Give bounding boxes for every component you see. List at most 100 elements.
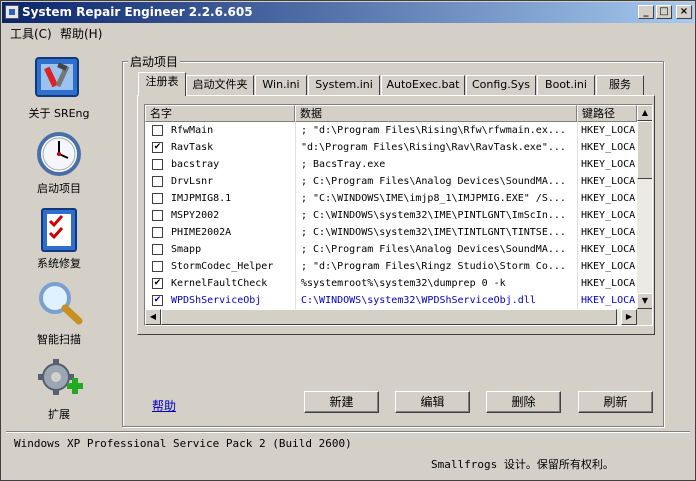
horizontal-scrollbar[interactable]: ◀ ▶ [145, 309, 637, 325]
maximize-button[interactable]: □ [656, 5, 672, 19]
list-item[interactable]: Smapp ; C:\Program Files\Analog Devices\S… [145, 241, 637, 258]
list-item[interactable]: MSPY2002 ; C:\WINDOWS\system32\IME\PINTLG… [145, 207, 637, 224]
row-checkbox[interactable] [152, 193, 163, 204]
tab-win-ini[interactable]: Win.ini [255, 75, 307, 95]
tab-system-ini[interactable]: System.ini [308, 75, 380, 95]
horizontal-scroll-thumb[interactable] [161, 309, 617, 325]
row-data: ; C:\WINDOWS\system32\IME\TINTLGNT\TINTS… [301, 227, 566, 238]
row-checkbox[interactable]: ✔ [152, 278, 163, 289]
vertical-scroll-thumb[interactable] [637, 121, 652, 179]
refresh-button[interactable]: 刷新 [578, 391, 653, 413]
os-version-text: Windows XP Professional Service Pack 2 (… [14, 437, 352, 450]
row-data: "d:\Program Files\Rising\Rav\RavTask.exe… [301, 142, 566, 153]
row-name: KernelFaultCheck [171, 278, 268, 289]
sidebar-item-repair[interactable]: 系统修复 [14, 255, 104, 271]
row-checkbox[interactable] [152, 176, 163, 187]
tab-services[interactable]: 服务 [596, 75, 644, 95]
list-item[interactable]: ✔ WPDShServiceObj C:\WINDOWS\system32\WPDS… [145, 292, 637, 309]
new-button[interactable]: 新建 [304, 391, 379, 413]
row-name: Smapp [171, 244, 202, 255]
app-icon [5, 5, 19, 19]
close-button[interactable]: × [676, 5, 692, 19]
row-name: MSPY2002 [171, 210, 220, 221]
window-title: System Repair Engineer 2.2.6.605 [22, 5, 253, 19]
row-name: WPDShServiceObj [171, 295, 262, 306]
list-item[interactable]: RfwMain ; "d:\Program Files\Rising\Rfw\rf… [145, 122, 637, 139]
tab-config-sys[interactable]: Config.Sys [466, 75, 536, 95]
row-data: %systemroot%\system32\dumprep 0 -k [301, 278, 506, 289]
row-key-path: HKEY_LOCA [581, 193, 636, 204]
checklist-icon[interactable] [39, 207, 89, 253]
vertical-scrollbar[interactable]: ▲ ▼ [637, 105, 652, 309]
row-data: ; C:\Program Files\Analog Devices\SoundM… [301, 176, 566, 187]
delete-button[interactable]: 删除 [486, 391, 561, 413]
row-checkbox[interactable] [152, 244, 163, 255]
row-data: ; C:\Program Files\Analog Devices\SoundM… [301, 244, 566, 255]
row-key-path: HKEY_LOCA [581, 227, 636, 238]
tab-startup-folder[interactable]: 启动文件夹 [186, 75, 254, 95]
help-link[interactable]: 帮助 [152, 397, 176, 414]
sidebar-item-extend[interactable]: 扩展 [14, 406, 104, 422]
scroll-down-button[interactable]: ▼ [637, 293, 652, 309]
scroll-up-button[interactable]: ▲ [637, 105, 652, 121]
edit-button[interactable]: 编辑 [395, 391, 470, 413]
tab-autoexec-bat[interactable]: AutoExec.bat [381, 75, 465, 95]
sidebar-item-about[interactable]: 关于 SREng [14, 105, 104, 121]
row-checkbox[interactable]: ✔ [152, 295, 163, 306]
row-checkbox[interactable] [152, 210, 163, 221]
row-key-path: HKEY_LOCA [581, 159, 636, 170]
row-checkbox[interactable] [152, 125, 163, 136]
row-data: C:\WINDOWS\system32\WPDShServiceObj.dll [301, 295, 536, 306]
gear-plus-icon[interactable] [36, 357, 86, 403]
row-key-path: HKEY_LOCA [581, 176, 636, 187]
column-key-path[interactable]: 键路径 [577, 105, 637, 122]
row-data: ; BacsTray.exe [301, 159, 386, 170]
title-bar[interactable]: System Repair Engineer 2.2.6.605 _ □ × [2, 2, 694, 23]
list-item[interactable]: IMJPMIG8.1 ; "C:\WINDOWS\IME\imjp8_1\IMJP… [145, 190, 637, 207]
startup-list[interactable]: 名字 数据 键路径 RfwMain ; "d:\Program Files\Ris… [144, 104, 653, 326]
toolbox-icon[interactable] [34, 55, 84, 101]
column-name[interactable]: 名字 [145, 105, 295, 122]
row-name: DrvLsnr [171, 176, 214, 187]
sidebar-item-scan[interactable]: 智能扫描 [14, 331, 104, 347]
row-name: PHIME2002A [171, 227, 232, 238]
group-title: 启动项目 [128, 53, 181, 70]
row-name: RavTask [171, 142, 214, 153]
menu-tools[interactable]: 工具(C) [10, 25, 52, 42]
row-key-path: HKEY_LOCA [581, 125, 636, 136]
row-checkbox[interactable] [152, 227, 163, 238]
scroll-left-button[interactable]: ◀ [145, 309, 161, 325]
scroll-right-button[interactable]: ▶ [621, 309, 637, 325]
list-item[interactable]: PHIME2002A ; C:\WINDOWS\system32\IME\TINT… [145, 224, 637, 241]
menu-bar: 工具(C) 帮助(H) [2, 23, 694, 41]
tab-boot-ini[interactable]: Boot.ini [537, 75, 595, 95]
row-checkbox[interactable]: ✔ [152, 142, 163, 153]
copyright-text: Smallfrogs 设计。保留所有权利。 [431, 458, 614, 471]
magnifier-icon[interactable] [37, 281, 87, 327]
row-data: ; "d:\Program Files\Ringz Studio\Storm C… [301, 261, 566, 272]
app-window: System Repair Engineer 2.2.6.605 _ □ × 工… [0, 0, 696, 481]
list-item[interactable]: ✔ RavTask "d:\Program Files\Rising\Rav\Rav… [145, 139, 637, 156]
scroll-corner [637, 309, 652, 325]
status-separator [6, 431, 690, 433]
row-name: bacstray [171, 159, 220, 170]
sidebar-item-startup[interactable]: 启动项目 [14, 180, 104, 196]
row-key-path: HKEY_LOCA [581, 295, 636, 306]
row-data: ; C:\WINDOWS\system32\IME\PINTLGNT\ImScI… [301, 210, 566, 221]
row-name: IMJPMIG8.1 [171, 193, 232, 204]
list-item[interactable]: DrvLsnr ; C:\Program Files\Analog Devices… [145, 173, 637, 190]
row-checkbox[interactable] [152, 159, 163, 170]
list-item[interactable]: ✔ KernelFaultCheck %systemroot%\system32\d… [145, 275, 637, 292]
menu-help[interactable]: 帮助(H) [60, 25, 102, 42]
tab-registry[interactable]: 注册表 [138, 72, 186, 96]
list-item[interactable]: bacstray ; BacsTray.exe HKEY_LOCA [145, 156, 637, 173]
list-item[interactable]: StormCodec_Helper ; "d:\Program Files\Rin… [145, 258, 637, 275]
row-checkbox[interactable] [152, 261, 163, 272]
row-name: RfwMain [171, 125, 214, 136]
column-data[interactable]: 数据 [295, 105, 577, 122]
row-key-path: HKEY_LOCA [581, 210, 636, 221]
row-key-path: HKEY_LOCA [581, 261, 636, 272]
minimize-button[interactable]: _ [638, 5, 654, 19]
clock-icon[interactable] [37, 132, 87, 178]
row-key-path: HKEY_LOCA [581, 142, 636, 153]
